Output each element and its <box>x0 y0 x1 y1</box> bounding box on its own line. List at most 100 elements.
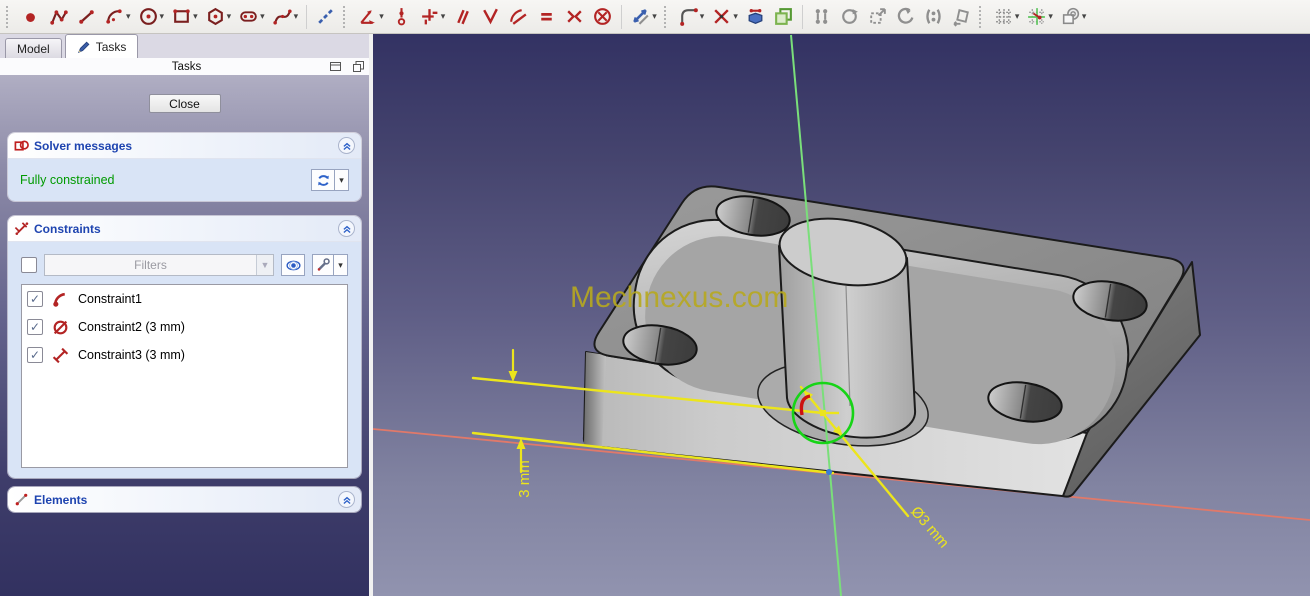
create-line-button[interactable] <box>73 3 100 31</box>
rendering-order-dropdown-arrow[interactable]: ▾ <box>1082 12 1087 21</box>
arcpoint-constraint-icon <box>52 291 69 308</box>
constraint-checkbox[interactable]: ✓ <box>27 347 43 363</box>
constraint-horizontal-vertical-icon <box>419 6 440 27</box>
constraints-header[interactable]: Constraints <box>8 216 361 242</box>
dock-restore-icon[interactable] <box>352 60 365 73</box>
create-polygon-button[interactable]: ▾ <box>202 3 235 31</box>
create-circle-button[interactable]: ▾ <box>135 3 168 31</box>
switch-virtual-space-icon <box>895 6 916 27</box>
distance-constraint-icon <box>52 347 69 364</box>
create-point-button[interactable] <box>17 3 44 31</box>
constraint-parallel-icon <box>452 6 473 27</box>
dimension-arrow-upper-head <box>508 371 518 382</box>
carbon-copy-button[interactable] <box>770 3 797 31</box>
select-associated-constraints-button[interactable] <box>920 3 947 31</box>
dock-float-icon[interactable] <box>329 60 342 73</box>
select-redundant-constraints-button[interactable] <box>836 3 863 31</box>
constraints-collapse-icon[interactable] <box>338 220 355 237</box>
tasks-panel: Close Solver messages Fully constrained <box>0 75 369 596</box>
dimension-diameter-label[interactable]: Ø3 mm <box>907 503 952 551</box>
constraint-perpendicular-icon <box>480 6 501 27</box>
solver-refresh-dropdown-arrow[interactable]: ▾ <box>335 169 349 191</box>
create-slot-dropdown-arrow[interactable]: ▾ <box>260 12 265 21</box>
create-arc-button[interactable]: ▾ <box>101 3 134 31</box>
sketch-circle-center-point[interactable] <box>820 410 826 416</box>
create-polyline-button[interactable] <box>45 3 72 31</box>
select-dof-elements-button[interactable] <box>808 3 835 31</box>
constraint-symmetric-button[interactable] <box>561 3 588 31</box>
create-bspline-button[interactable]: ▾ <box>269 3 302 31</box>
toggle-snap-button[interactable]: ▾ <box>1023 3 1056 31</box>
create-bspline-dropdown-arrow[interactable]: ▾ <box>294 12 299 21</box>
constraint-block-button[interactable] <box>589 3 616 31</box>
dock-splitter[interactable] <box>369 34 373 596</box>
constraints-settings-button[interactable] <box>312 254 334 276</box>
constraint-label: Constraint2 (3 mm) <box>78 320 185 334</box>
create-polygon-dropdown-arrow[interactable]: ▾ <box>227 12 232 21</box>
constraint-tangent-button[interactable] <box>505 3 532 31</box>
create-rectangle-button[interactable]: ▾ <box>168 3 201 31</box>
elements-header[interactable]: Elements <box>8 487 361 512</box>
trim-edge-button[interactable]: ▾ <box>708 3 741 31</box>
toggle-grid-dropdown-arrow[interactable]: ▾ <box>1015 12 1020 21</box>
toggle-grid-icon <box>993 6 1014 27</box>
external-geometry-button[interactable] <box>742 3 769 31</box>
create-fillet-dropdown-arrow[interactable]: ▾ <box>700 12 705 21</box>
toggle-snap-dropdown-arrow[interactable]: ▾ <box>1048 12 1053 21</box>
switch-virtual-space-button[interactable] <box>892 3 919 31</box>
solver-messages-header[interactable]: Solver messages <box>8 133 361 159</box>
constraint-horizontal-vertical-dropdown-arrow[interactable]: ▾ <box>441 12 446 21</box>
elements-collapse-icon[interactable] <box>338 491 355 508</box>
3d-viewport[interactable]: Mechnexus.com 3 mm Ø3 mm <box>373 34 1310 596</box>
select-conflicting-constraints-button[interactable] <box>864 3 891 31</box>
select-redundant-constraints-icon <box>839 6 860 27</box>
constraint-coincident-button[interactable] <box>388 3 415 31</box>
solver-collapse-icon[interactable] <box>338 137 355 154</box>
rescale-sketch-button[interactable] <box>948 3 975 31</box>
rendering-order-button[interactable]: ▾ <box>1057 3 1090 31</box>
constraints-filter-combobox[interactable]: Filters ▼ <box>44 254 274 276</box>
trim-edge-icon <box>711 6 732 27</box>
constraints-list[interactable]: ✓ Constraint1 ✓ Constraint2 (3 mm) ✓ Constrai… <box>21 284 348 468</box>
constraints-visibility-button[interactable] <box>281 254 305 276</box>
create-fillet-button[interactable]: ▾ <box>675 3 708 31</box>
select-conflicting-constraints-icon <box>867 6 888 27</box>
constraint-row[interactable]: ✓ Constraint3 (3 mm) <box>22 341 347 369</box>
tab-tasks[interactable]: Tasks <box>64 34 139 58</box>
toggle-construction-geometry-button[interactable] <box>312 3 339 31</box>
create-rectangle-dropdown-arrow[interactable]: ▾ <box>193 12 198 21</box>
trim-edge-dropdown-arrow[interactable]: ▾ <box>733 12 738 21</box>
eye-icon <box>285 260 301 270</box>
toggle-driving-constraint-button[interactable]: ▾ <box>627 3 660 31</box>
sketch-origin-point[interactable] <box>826 469 832 475</box>
solver-refresh-button[interactable] <box>311 169 335 191</box>
toggle-grid-button[interactable]: ▾ <box>990 3 1023 31</box>
constraint-label: Constraint1 <box>78 292 142 306</box>
filters-dropdown-arrow: ▼ <box>256 255 273 275</box>
constraints-settings-dropdown-arrow[interactable]: ▾ <box>334 254 348 276</box>
sketcher-tools-handle[interactable] <box>663 5 671 28</box>
constraint-horizontal-vertical-button[interactable]: ▾ <box>416 3 449 31</box>
sketcher-constraints-handle[interactable] <box>343 5 350 28</box>
create-arc-dropdown-arrow[interactable]: ▾ <box>126 12 131 21</box>
constraints-filter-checkbox[interactable] <box>21 257 37 273</box>
constraint-perpendicular-button[interactable] <box>477 3 504 31</box>
settings-tool-icon <box>317 258 330 271</box>
close-button[interactable]: Close <box>148 94 221 113</box>
constraint-row[interactable]: ✓ Constraint1 <box>22 285 347 313</box>
constraint-dimension-dropdown-arrow[interactable]: ▾ <box>379 12 384 21</box>
tab-model[interactable]: Model <box>5 38 62 58</box>
dimension-distance-label[interactable]: 3 mm <box>516 460 533 498</box>
toggle-driving-constraint-dropdown-arrow[interactable]: ▾ <box>652 12 657 21</box>
constraint-checkbox[interactable]: ✓ <box>27 291 43 307</box>
sketcher-visual-handle[interactable] <box>978 5 986 28</box>
filters-label: Filters <box>134 258 167 272</box>
constraint-checkbox[interactable]: ✓ <box>27 319 43 335</box>
constraint-dimension-button[interactable]: ▾ <box>354 3 387 31</box>
sketcher-geometries-handle[interactable] <box>6 5 13 28</box>
create-slot-button[interactable]: ▾ <box>235 3 268 31</box>
constraint-row[interactable]: ✓ Constraint2 (3 mm) <box>22 313 347 341</box>
create-circle-dropdown-arrow[interactable]: ▾ <box>160 12 165 21</box>
constraint-parallel-button[interactable] <box>449 3 476 31</box>
constraint-equal-button[interactable] <box>533 3 560 31</box>
